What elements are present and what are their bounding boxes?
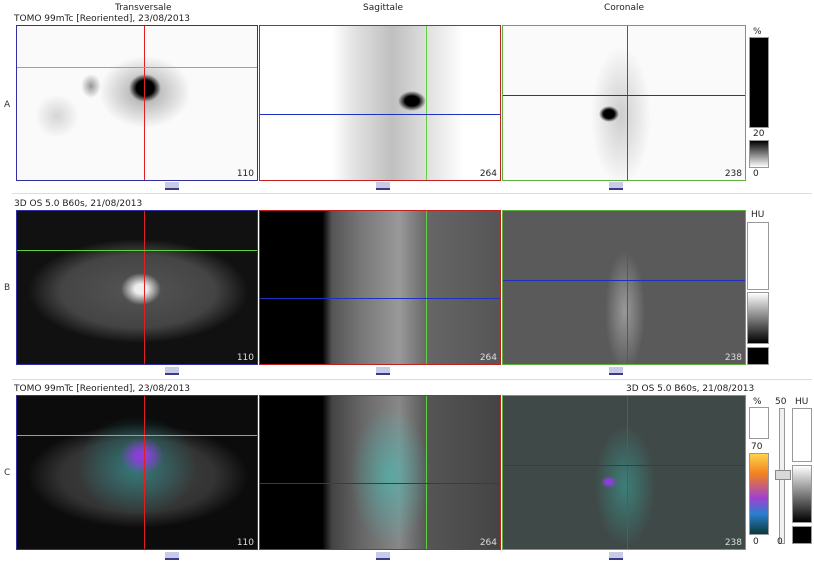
crosshair-horizontal[interactable] [260,298,500,299]
fusion-coronal-view[interactable]: 238 [502,395,746,550]
row-c-series-label-right: 3D OS 5.0 B60s, 21/08/2013 [626,384,755,394]
spect-sagittal-view[interactable]: 264 [259,25,501,181]
slice-slider-sagittal[interactable] [376,182,390,190]
ct-sagittal-view[interactable]: 264 [259,210,501,365]
crosshair-vertical[interactable] [144,211,145,364]
row-c-series-label-left: TOMO 99mTc [Reoriented], 23/08/2013 [14,384,191,394]
column-header-transversale: Transversale [115,3,172,13]
crosshair-horizontal[interactable] [260,483,500,484]
crosshair-vertical[interactable] [426,396,427,549]
slice-number: 264 [479,353,497,363]
slice-slider-transversal[interactable] [165,367,179,375]
scale-c-color-window[interactable] [749,453,769,535]
slice-slider-transversal[interactable] [165,182,179,190]
crosshair-horizontal[interactable] [17,67,257,68]
slice-number: 110 [236,169,254,179]
column-header-coronale: Coronale [604,3,645,13]
slice-number: 238 [724,538,742,548]
scale-c-hu-lower: 0 [777,537,783,547]
row-b-series-label: 3D OS 5.0 B60s, 21/08/2013 [14,199,143,209]
column-header-sagittale: Sagittale [363,3,404,13]
slice-slider-coronal[interactable] [609,182,623,190]
crosshair-vertical[interactable] [627,396,628,549]
scale-c-hu-lower-block [792,526,812,544]
crosshair-vertical[interactable] [144,26,145,180]
slice-slider-coronal[interactable] [609,367,623,375]
crosshair-vertical[interactable] [426,26,427,180]
scale-a-upper: 20 [753,129,765,139]
slice-slider-sagittal[interactable] [376,367,390,375]
fusion-transversal-view[interactable]: 110 [16,395,258,550]
ct-coronal-view[interactable]: 238 [502,210,746,365]
crosshair-horizontal[interactable] [17,435,257,436]
scale-c-pct-unit: % [753,397,762,407]
crosshair-horizontal[interactable] [17,250,257,251]
row-b-label: B [4,283,11,293]
slice-slider-sagittal[interactable] [376,552,390,560]
crosshair-vertical[interactable] [144,396,145,549]
scale-b-window[interactable] [747,292,769,344]
slice-number: 110 [236,538,254,548]
slice-slider-transversal[interactable] [165,552,179,560]
scale-c-lower: 0 [753,537,759,547]
scale-c-window: 50 [775,397,787,407]
slice-number: 110 [236,353,254,363]
slice-number: 238 [724,353,742,363]
crosshair-vertical[interactable] [426,211,427,364]
slice-number: 264 [479,169,497,179]
slice-number: 238 [724,169,742,179]
scale-b-colorbar[interactable] [747,222,769,290]
scale-b-unit: HU [751,210,765,220]
fusion-blend-slider-thumb[interactable] [775,470,791,480]
scale-c-hu-window[interactable] [792,465,812,523]
slice-number: 264 [479,538,497,548]
scale-b-lower-block [747,347,769,365]
scale-c-upper: 70 [751,442,763,452]
crosshair-horizontal[interactable] [503,280,745,281]
scale-c-hu-unit: HU [795,397,809,407]
scale-a-window[interactable] [749,140,769,168]
scale-a-colorbar[interactable] [749,37,769,128]
spect-coronal-view[interactable]: 238 [502,25,746,181]
crosshair-vertical[interactable] [627,26,628,180]
crosshair-vertical[interactable] [627,211,628,364]
crosshair-horizontal[interactable] [503,95,745,96]
row-a-series-label: TOMO 99mTc [Reoriented], 23/08/2013 [14,14,191,24]
scale-a-lower: 0 [753,169,759,179]
scale-c-colorbar-top [749,407,769,439]
slice-slider-coronal[interactable] [609,552,623,560]
spect-transversal-view[interactable]: 110 [16,25,258,181]
crosshair-horizontal[interactable] [260,114,500,115]
fusion-sagittal-view[interactable]: 264 [259,395,501,550]
ct-transversal-view[interactable]: 110 [16,210,258,365]
row-a-label: A [4,100,11,110]
crosshair-horizontal[interactable] [503,465,745,466]
scale-c-hu-bar-top [792,408,812,462]
scale-a-unit: % [753,27,762,37]
row-c-label: C [4,468,11,478]
